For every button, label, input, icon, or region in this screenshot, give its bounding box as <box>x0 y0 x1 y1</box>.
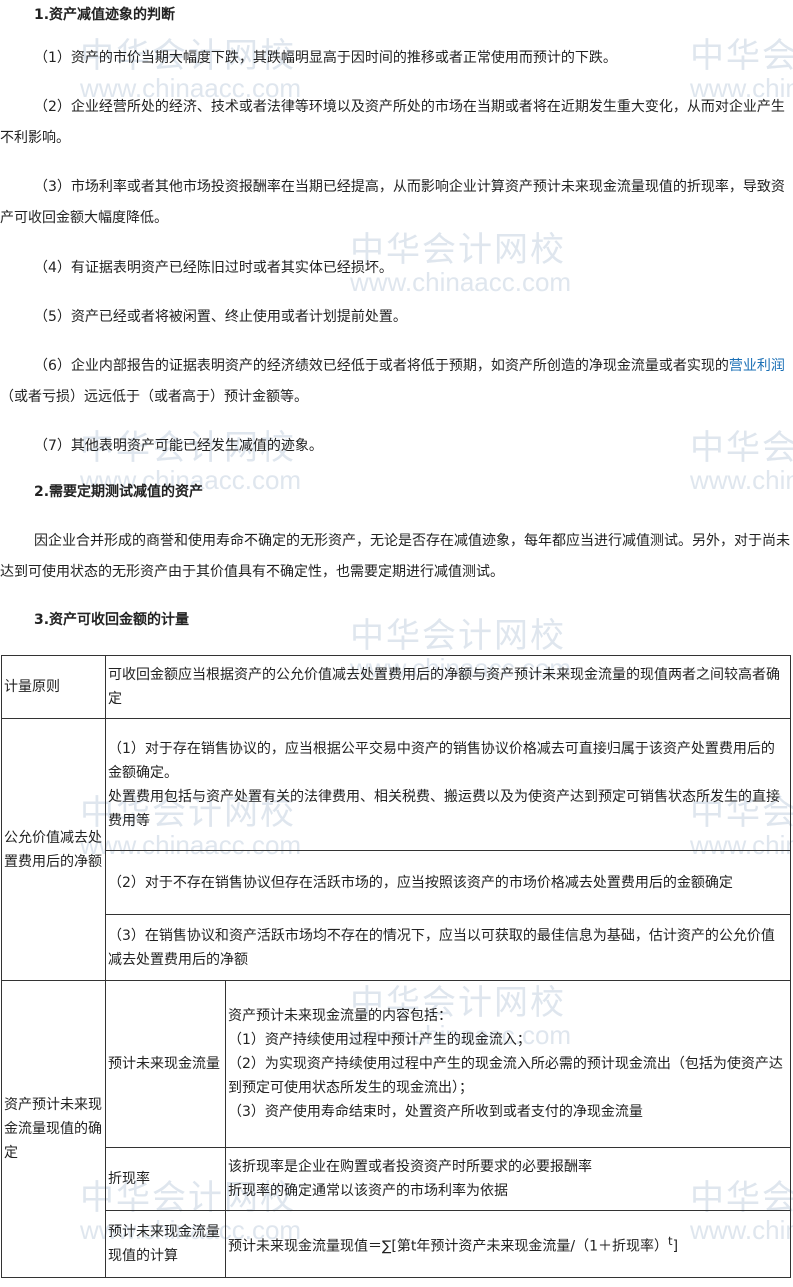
formula-end: ] <box>672 1238 679 1255</box>
paragraph: （4）有证据表明资产已经陈旧过时或者其实体已经损坏。 <box>34 260 393 276</box>
cell: 资产预计未来现金流量的内容包括： （1）资产持续使用过程中预计产生的现金流入； （2… <box>225 980 791 1148</box>
cell: （3）在销售协议和资产活跃市场均不存在的情况下，应当以可获取的最佳信息为基础，估… <box>105 914 791 981</box>
paragraph: （3）市场利率或者其他市场投资报酬率在当期已经提高，从而影响企业计算资产预计未来… <box>0 179 785 226</box>
cell: （2）对于不存在销售协议但存在活跃市场的，应当按照该资产的市场价格减去处置费用后… <box>105 850 791 915</box>
text: （3）资产使用寿命结束时，处置资产所收到或者支付的净现金流量 <box>228 1104 643 1120</box>
cell: （1）对于存在销售协议的，应当根据公平交易中资产的销售协议价格减去可直接归属于该… <box>105 718 791 851</box>
paragraph: （2）企业经营所处的经济、技术或者法律等环境以及资产所处的市场在当期或者将在近期… <box>0 99 785 146</box>
text: （或者亏损）远远低于（或者高于）预计金额等。 <box>0 389 308 405</box>
section-1-heading: 1.资产减值迹象的判断 <box>34 7 176 23</box>
paragraph: （1）资产的市价当期大幅度下跌，其跌幅明显高于因时间的推移或者正常使用而预计的下… <box>34 50 617 66</box>
formula: 预计未来现金流量现值＝∑[第t年预计资产未来现金流量/（1＋折现率） <box>228 1238 669 1255</box>
paragraph: （5）资产已经或者将被闲置、终止使用或者计划提前处置。 <box>34 309 407 325</box>
link-operating-profit[interactable]: 营业利润 <box>729 358 785 374</box>
text: （1）对于存在销售协议的，应当根据公平交易中资产的销售协议价格减去可直接归属于该… <box>108 740 775 781</box>
text: 资产预计未来现金流量的内容包括： <box>228 1008 452 1024</box>
paragraph: 因企业合并形成的商誉和使用寿命不确定的无形资产，无论是否存在减值迹象，每年都应当… <box>0 533 790 580</box>
row-label: 公允价值减去处置费用后的净额 <box>1 718 106 981</box>
sub-label: 预计未来现金流量现值的计算 <box>105 1210 226 1278</box>
sub-label: 预计未来现金流量 <box>105 980 226 1148</box>
text: （1）资产持续使用过程中预计产生的现金流入； <box>228 1032 531 1048</box>
text: （2）为实现资产持续使用过程中产生的现金流入所必需的预计现金流出（包括为使资产达… <box>228 1056 783 1096</box>
text: 处置费用包括与资产处置有关的法律费用、相关税费、搬运费以及为使资产达到预定可销售… <box>108 788 780 829</box>
text: 折现率的确定通常以该资产的市场利率为依据 <box>228 1183 508 1199</box>
formula-cell: 预计未来现金流量现值＝∑[第t年预计资产未来现金流量/（1＋折现率）t] <box>225 1210 791 1278</box>
paragraph: （7）其他表明资产可能已经发生减值的迹象。 <box>34 438 323 454</box>
text: 该折现率是企业在购置或者投资资产时所要求的必要报酬率 <box>228 1159 592 1175</box>
text: （6）企业内部报告的证据表明资产的经济绩效已经低于或者将低于预期，如资产所创造的… <box>34 358 729 374</box>
cell: 该折现率是企业在购置或者投资资产时所要求的必要报酬率 折现率的确定通常以该资产的市… <box>225 1147 791 1211</box>
paragraph: （6）企业内部报告的证据表明资产的经济绩效已经低于或者将低于预期，如资产所创造的… <box>0 351 790 413</box>
row-label: 资产预计未来现金流量现值的确定 <box>1 980 106 1278</box>
recoverable-amount-table: 计量原则 可收回金额应当根据资产的公允价值减去处置费用后的净额与资产预计未来现金流… <box>1 655 791 1278</box>
section-2-heading: 2.需要定期测试减值的资产 <box>34 484 204 500</box>
section-3-heading: 3.资产可收回金额的计量 <box>34 612 190 628</box>
row-label: 计量原则 <box>1 655 106 719</box>
cell: 可收回金额应当根据资产的公允价值减去处置费用后的净额与资产预计未来现金流量的现值… <box>105 655 791 719</box>
sub-label: 折现率 <box>105 1147 226 1211</box>
